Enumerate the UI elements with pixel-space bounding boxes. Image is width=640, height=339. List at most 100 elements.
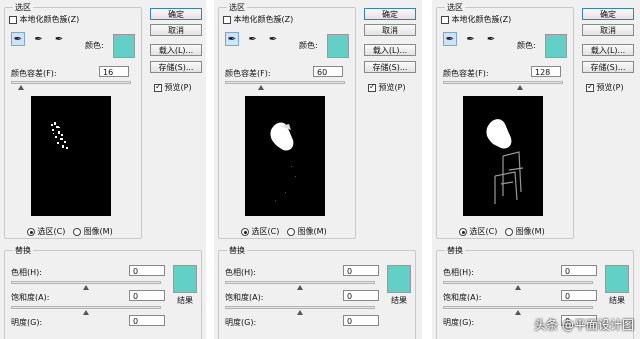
color-swatch[interactable] (545, 34, 567, 58)
image-radio[interactable] (505, 227, 514, 236)
ok-button[interactable]: 确定 (364, 8, 416, 20)
localized-clusters-checkbox[interactable] (441, 15, 449, 24)
watermark-text: 头条 @平面设计图 (534, 318, 634, 332)
saturation-label: 饱和度(A): (11, 293, 50, 302)
preview-checkbox[interactable] (154, 82, 162, 92)
fuzziness-label: 颜色容差(F): (443, 69, 489, 78)
image-radio-label: 图像(M) (515, 227, 545, 236)
view-mode-options: 选区(C) 图像(M) (27, 226, 113, 237)
localized-clusters-checkbox[interactable] (9, 15, 17, 24)
preview-label: 预览(P) (596, 83, 624, 92)
color-range-dialog-1: 选区 本地化颜色簇(Z) ✒ ✒ ✒ 颜色: 颜色容差(F): 16 选区(C)… (0, 0, 206, 339)
preview-option[interactable]: 预览(P) (154, 82, 192, 93)
fuzziness-label: 颜色容差(F): (11, 69, 57, 78)
fuzziness-slider-thumb[interactable] (18, 85, 25, 90)
load-button[interactable]: 载入(L)... (364, 44, 416, 56)
replace-group: 替换 色相(H): 0 饱和度(A): 0 明度(G): 0 结果 (218, 245, 416, 339)
localized-clusters-checkbox[interactable] (223, 15, 231, 24)
image-radio-label: 图像(M) (297, 227, 327, 236)
hue-slider[interactable] (225, 281, 375, 290)
cancel-button[interactable]: 取消 (150, 24, 202, 36)
hue-slider[interactable] (11, 281, 161, 290)
selection-radio[interactable] (459, 227, 467, 236)
localized-clusters-option[interactable]: 本地化颜色簇(Z) (223, 14, 293, 25)
preview-option[interactable]: 预览(P) (368, 82, 406, 93)
load-button[interactable]: 载入(L)... (582, 44, 634, 56)
eyedropper-icon[interactable]: ✒ (225, 32, 239, 46)
fuzziness-slider-thumb[interactable] (258, 85, 265, 90)
save-button[interactable]: 存储(S)... (364, 61, 416, 73)
eyedropper-minus-icon[interactable]: ✒ (484, 33, 498, 47)
lightness-label: 明度(G): (225, 318, 257, 327)
save-button[interactable]: 存储(S)... (150, 61, 202, 73)
lightness-input[interactable]: 0 (129, 315, 165, 326)
saturation-input[interactable]: 0 (343, 290, 379, 301)
selection-radio-label: 选区(C) (37, 227, 66, 236)
result-label: 结果 (177, 296, 193, 305)
selection-preview (463, 96, 543, 216)
selection-mask-preview (486, 119, 524, 204)
fuzziness-slider[interactable] (225, 81, 345, 90)
fuzziness-input[interactable]: 128 (531, 66, 561, 77)
image-radio[interactable] (287, 227, 296, 236)
saturation-slider-thumb[interactable] (83, 310, 89, 315)
image-radio[interactable] (73, 227, 82, 236)
eyedropper-plus-icon[interactable]: ✒ (32, 33, 46, 47)
eyedropper-icon[interactable]: ✒ (11, 32, 25, 46)
localized-clusters-label: 本地化颜色簇(Z) (451, 15, 512, 24)
saturation-slider-thumb[interactable] (515, 310, 521, 315)
result-swatch[interactable] (387, 265, 411, 293)
result-swatch[interactable] (605, 265, 629, 293)
cancel-button[interactable]: 取消 (582, 24, 634, 36)
saturation-input[interactable]: 0 (129, 290, 165, 301)
ok-button[interactable]: 确定 (582, 8, 634, 20)
selection-group: 选区 本地化颜色簇(Z) ✒ ✒ ✒ 颜色: 颜色容差(F): 16 选区(C)… (4, 2, 142, 239)
fuzziness-input[interactable]: 60 (313, 66, 343, 77)
eyedropper-icon[interactable]: ✒ (443, 32, 457, 46)
ok-button[interactable]: 确定 (150, 8, 202, 20)
selection-radio[interactable] (241, 227, 249, 236)
localized-clusters-option[interactable]: 本地化颜色簇(Z) (441, 14, 511, 25)
fuzziness-slider[interactable] (443, 81, 563, 90)
preview-label: 预览(P) (378, 83, 406, 92)
saturation-slider-thumb[interactable] (297, 310, 303, 315)
save-button[interactable]: 存储(S)... (582, 61, 634, 73)
fuzziness-slider[interactable] (11, 81, 131, 90)
hue-input[interactable]: 0 (343, 265, 379, 276)
color-label: 颜色: (299, 41, 318, 50)
eyedropper-minus-icon[interactable]: ✒ (52, 33, 66, 47)
saturation-slider[interactable] (225, 306, 375, 315)
localized-clusters-option[interactable]: 本地化颜色簇(Z) (9, 14, 79, 25)
replace-group-label: 替换 (227, 245, 247, 256)
eyedropper-minus-icon[interactable]: ✒ (266, 33, 280, 47)
fuzziness-input[interactable]: 16 (99, 66, 129, 77)
hue-label: 色相(H): (11, 268, 42, 277)
hue-slider-thumb[interactable] (297, 285, 303, 290)
color-swatch[interactable] (113, 34, 135, 58)
lightness-input[interactable]: 0 (343, 315, 379, 326)
fuzziness-slider-thumb[interactable] (516, 85, 523, 90)
color-swatch[interactable] (327, 34, 349, 58)
cancel-button[interactable]: 取消 (364, 24, 416, 36)
selection-mask-preview (51, 122, 68, 149)
load-button[interactable]: 载入(L)... (150, 44, 202, 56)
hue-input[interactable]: 0 (561, 265, 597, 276)
preview-label: 预览(P) (164, 83, 192, 92)
preview-checkbox[interactable] (586, 82, 594, 92)
hue-slider-thumb[interactable] (515, 285, 521, 290)
result-swatch[interactable] (173, 265, 197, 293)
hue-input[interactable]: 0 (129, 265, 165, 276)
preview-checkbox[interactable] (368, 82, 376, 92)
hue-slider[interactable] (443, 281, 593, 290)
eyedropper-plus-icon[interactable]: ✒ (246, 33, 260, 47)
view-mode-options: 选区(C) 图像(M) (459, 226, 545, 237)
eyedropper-plus-icon[interactable]: ✒ (464, 33, 478, 47)
preview-option[interactable]: 预览(P) (586, 82, 624, 93)
hue-slider-thumb[interactable] (83, 285, 89, 290)
selection-group-label: 选区 (445, 2, 465, 13)
saturation-slider[interactable] (443, 306, 593, 315)
saturation-label: 饱和度(A): (443, 293, 482, 302)
saturation-input[interactable]: 0 (561, 290, 597, 301)
saturation-slider[interactable] (11, 306, 161, 315)
selection-radio[interactable] (27, 227, 35, 236)
